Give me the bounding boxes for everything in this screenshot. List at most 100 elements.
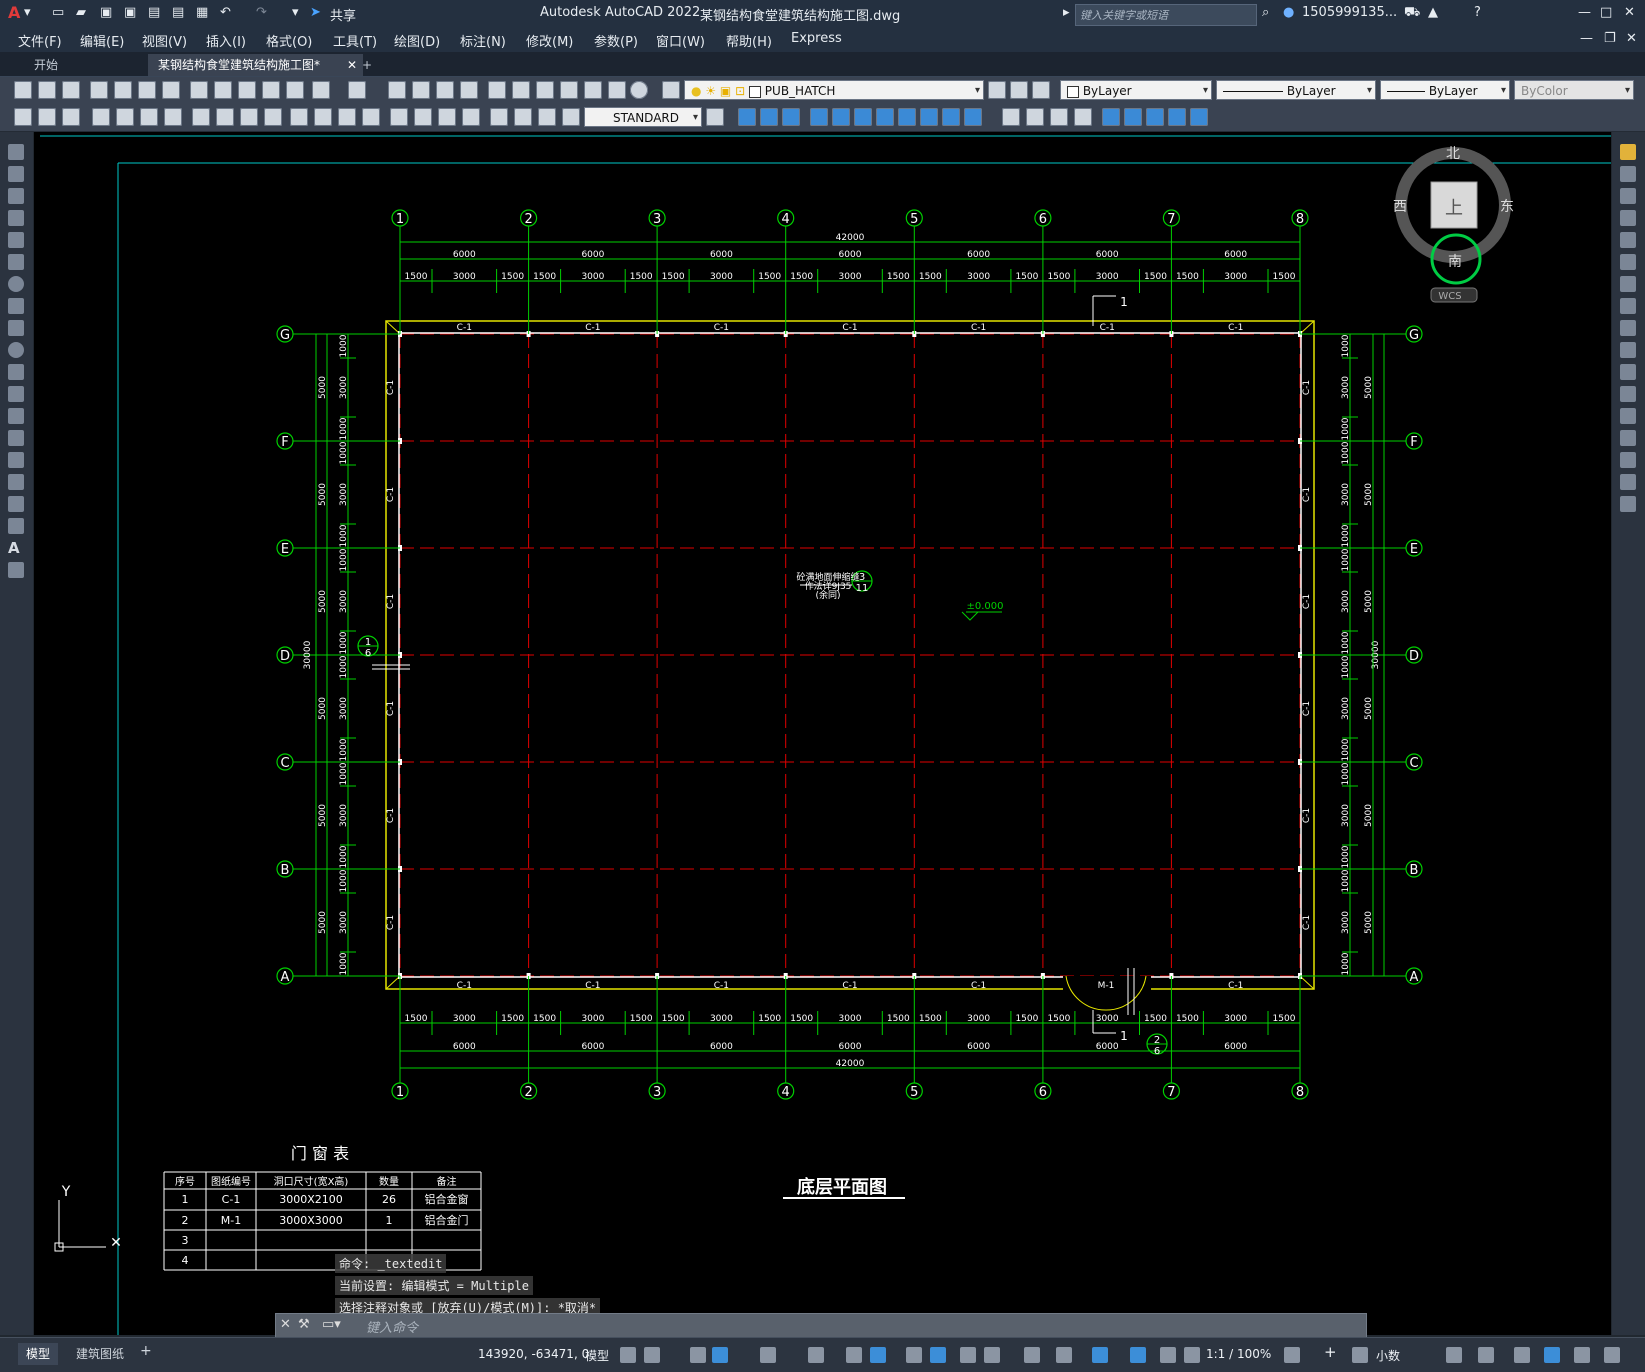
inspect-icon[interactable] — [438, 108, 456, 126]
copy-object-icon[interactable] — [760, 108, 778, 126]
mtext-icon[interactable]: A — [8, 540, 24, 556]
insert-block-icon[interactable] — [8, 386, 24, 402]
autodesk-icon[interactable]: ▲ — [1428, 5, 1438, 20]
object-snap-tracking-icon[interactable] — [870, 1347, 886, 1363]
doc-close-icon[interactable]: ✕ — [1626, 31, 1637, 46]
plot-icon[interactable]: ▦ — [196, 5, 208, 20]
make-block-icon[interactable] — [8, 408, 24, 424]
scale-icon[interactable] — [898, 108, 916, 126]
dimstyle-dropdown[interactable]: STANDARD ▾ — [584, 107, 702, 127]
sheet-set-icon[interactable] — [560, 81, 578, 99]
dynamic-input-icon[interactable] — [712, 1347, 728, 1363]
ordinate-dim-icon[interactable] — [164, 108, 182, 126]
save-as-icon[interactable]: ▣ — [124, 5, 136, 20]
tab-drawing[interactable]: 某钢结构食堂建筑结构施工图* ✕ — [148, 54, 363, 76]
join-palette-icon[interactable] — [1620, 408, 1636, 424]
menu-insert[interactable]: 插入(I) — [206, 31, 246, 50]
stretch-palette-icon[interactable] — [1620, 320, 1636, 336]
dim-space-icon[interactable] — [362, 108, 380, 126]
block-editor-icon[interactable] — [286, 81, 304, 99]
gizmo-icon[interactable] — [1092, 1347, 1108, 1363]
new-icon[interactable]: ▭ — [52, 5, 64, 20]
explode-icon[interactable] — [1124, 108, 1142, 126]
linetype-dropdown[interactable]: ByLayer ▾ — [1216, 80, 1376, 100]
snap-icon[interactable] — [644, 1347, 660, 1363]
menu-view[interactable]: 视图(V) — [142, 31, 187, 50]
scale-palette-icon[interactable] — [1620, 298, 1636, 314]
menu-draw[interactable]: 绘图(D) — [394, 31, 440, 50]
jogged-dim-icon[interactable] — [216, 108, 234, 126]
polar-icon[interactable] — [808, 1347, 824, 1363]
doc-restore-icon[interactable]: ❐ — [1604, 31, 1616, 46]
ellipse-arc-icon[interactable] — [8, 364, 24, 380]
blend-icon[interactable] — [1102, 108, 1120, 126]
cut-icon[interactable] — [190, 81, 208, 99]
ungroup-icon[interactable] — [1190, 108, 1208, 126]
workspace-icon[interactable] — [14, 108, 32, 126]
add-layout-icon[interactable]: + — [140, 1343, 152, 1359]
user-name[interactable]: 1505999135... — [1302, 5, 1397, 20]
lineweight-dropdown[interactable]: ByLayer ▾ — [1380, 80, 1510, 100]
rotate-icon[interactable] — [876, 108, 894, 126]
annotation-visibility-icon[interactable] — [1130, 1347, 1146, 1363]
auto-scale-icon[interactable] — [1160, 1347, 1176, 1363]
transparency-icon[interactable] — [930, 1347, 946, 1363]
table-icon[interactable] — [8, 518, 24, 534]
rotate-palette-icon[interactable] — [1620, 276, 1636, 292]
tab-model[interactable]: 模型 — [18, 1343, 59, 1365]
match-prop-icon[interactable] — [262, 81, 280, 99]
explode-palette-icon[interactable] — [1620, 496, 1636, 512]
menu-format[interactable]: 格式(O) — [266, 31, 312, 50]
menu-window[interactable]: 窗口(W) — [656, 31, 705, 50]
radius-dim-icon[interactable] — [192, 108, 210, 126]
chevron-down-icon[interactable]: ▾ — [1367, 81, 1372, 101]
calculator-icon[interactable] — [608, 81, 626, 99]
layer-iso-icon[interactable] — [38, 108, 56, 126]
annotation-scale-icon[interactable] — [1184, 1347, 1200, 1363]
layer-off-icon[interactable] — [62, 108, 80, 126]
jogged-linear-icon[interactable] — [462, 108, 480, 126]
dim-update-icon[interactable] — [538, 108, 556, 126]
array-icon[interactable] — [832, 108, 850, 126]
properties-icon[interactable] — [488, 81, 506, 99]
lock-ui-icon[interactable] — [1478, 1347, 1494, 1363]
zoom-previous-icon[interactable] — [460, 81, 478, 99]
menu-edit[interactable]: 编辑(E) — [80, 31, 124, 50]
circle-icon[interactable] — [8, 276, 24, 292]
undo-tool-icon[interactable] — [312, 81, 330, 99]
menu-file[interactable]: 文件(F) — [18, 31, 62, 50]
layer-previous-icon[interactable] — [1010, 81, 1028, 99]
dim-text-edit-icon[interactable] — [514, 108, 532, 126]
layer-dropdown[interactable]: ● ☀ ▣ ⊡ PUB_HATCH ▾ — [684, 80, 984, 100]
cart-icon[interactable]: ⛟ — [1404, 5, 1420, 22]
3d-osnap-icon[interactable] — [984, 1347, 1000, 1363]
diameter-dim-icon[interactable] — [240, 108, 258, 126]
baseline-dim-icon[interactable] — [314, 108, 332, 126]
offset-palette-icon[interactable] — [1620, 210, 1636, 226]
move-palette-icon[interactable] — [1620, 254, 1636, 270]
group-icon[interactable] — [1168, 108, 1186, 126]
maximize-icon[interactable]: □ — [1600, 5, 1612, 20]
polygon-icon[interactable] — [8, 210, 24, 226]
paste-icon[interactable] — [238, 81, 256, 99]
help-tool-icon[interactable] — [630, 81, 648, 99]
ellipse-icon[interactable] — [8, 342, 24, 358]
user-icon[interactable]: ● — [1283, 5, 1294, 20]
continue-dim-icon[interactable] — [338, 108, 356, 126]
app-logo[interactable]: A — [8, 3, 20, 22]
close-icon[interactable]: ✕ — [1624, 5, 1635, 20]
rectangle-icon[interactable] — [8, 232, 24, 248]
chevron-down-icon[interactable]: ▾ — [975, 81, 980, 101]
offset-icon[interactable] — [810, 108, 828, 126]
gradient-icon[interactable] — [8, 474, 24, 490]
menu-modify[interactable]: 修改(M) — [526, 31, 573, 50]
coordinates-readout[interactable]: 143920, -63471, 0 — [478, 1347, 589, 1361]
fillet-palette-icon[interactable] — [1620, 452, 1636, 468]
infer-icon[interactable] — [690, 1347, 706, 1363]
menu-parametric[interactable]: 参数(P) — [594, 31, 638, 50]
hardware-accel-icon[interactable] — [1544, 1347, 1560, 1363]
tool-palettes-icon[interactable] — [536, 81, 554, 99]
isodraft-icon[interactable] — [846, 1347, 862, 1363]
join-icon[interactable] — [1026, 108, 1044, 126]
doc-minimize-icon[interactable]: — — [1580, 31, 1593, 46]
